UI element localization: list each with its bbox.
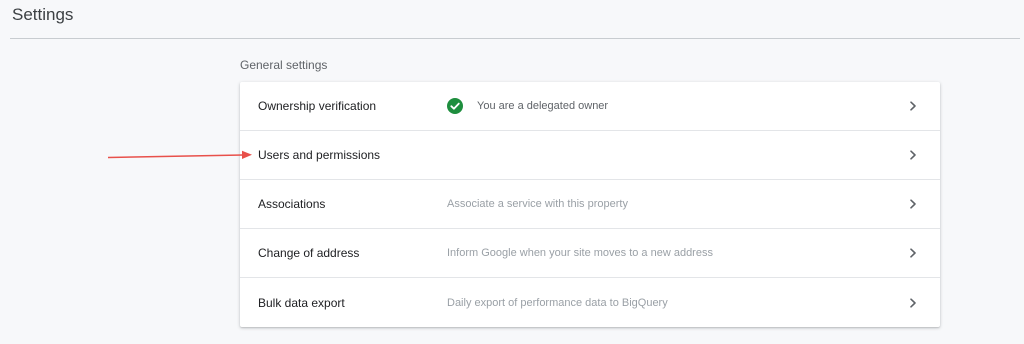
header-divider xyxy=(10,38,1020,39)
settings-row-users-and-permissions[interactable]: Users and permissions xyxy=(240,131,940,180)
general-settings-card: Ownership verification You are a delegat… xyxy=(240,82,940,327)
section-title: General settings xyxy=(240,58,328,72)
settings-page: Settings General settings Ownership veri… xyxy=(0,0,1024,344)
ownership-status: You are a delegated owner xyxy=(447,98,608,114)
page-title: Settings xyxy=(12,5,74,24)
check-circle-icon xyxy=(447,98,463,114)
chevron-right-icon xyxy=(910,248,916,258)
settings-row-bulk-data-export[interactable]: Bulk data export Daily export of perform… xyxy=(240,278,940,327)
chevron-right-icon xyxy=(910,101,916,111)
chevron-right-icon xyxy=(910,199,916,209)
settings-row-ownership-verification[interactable]: Ownership verification You are a delegat… xyxy=(240,82,940,131)
row-label: Bulk data export xyxy=(258,295,345,310)
row-label: Ownership verification xyxy=(258,99,377,113)
chevron-right-icon xyxy=(910,150,916,160)
settings-row-change-of-address[interactable]: Change of address Inform Google when you… xyxy=(240,229,940,278)
row-description: Daily export of performance data to BigQ… xyxy=(447,296,668,309)
ownership-status-text: You are a delegated owner xyxy=(477,100,609,112)
row-label: Change of address xyxy=(258,246,360,260)
row-description: Inform Google when your site moves to a … xyxy=(447,247,713,259)
row-label: Users and permissions xyxy=(258,148,381,162)
row-description: Associate a service with this property xyxy=(447,198,628,210)
chevron-right-icon xyxy=(910,297,916,308)
row-label: Associations xyxy=(258,197,326,211)
settings-row-associations[interactable]: Associations Associate a service with th… xyxy=(240,180,940,229)
